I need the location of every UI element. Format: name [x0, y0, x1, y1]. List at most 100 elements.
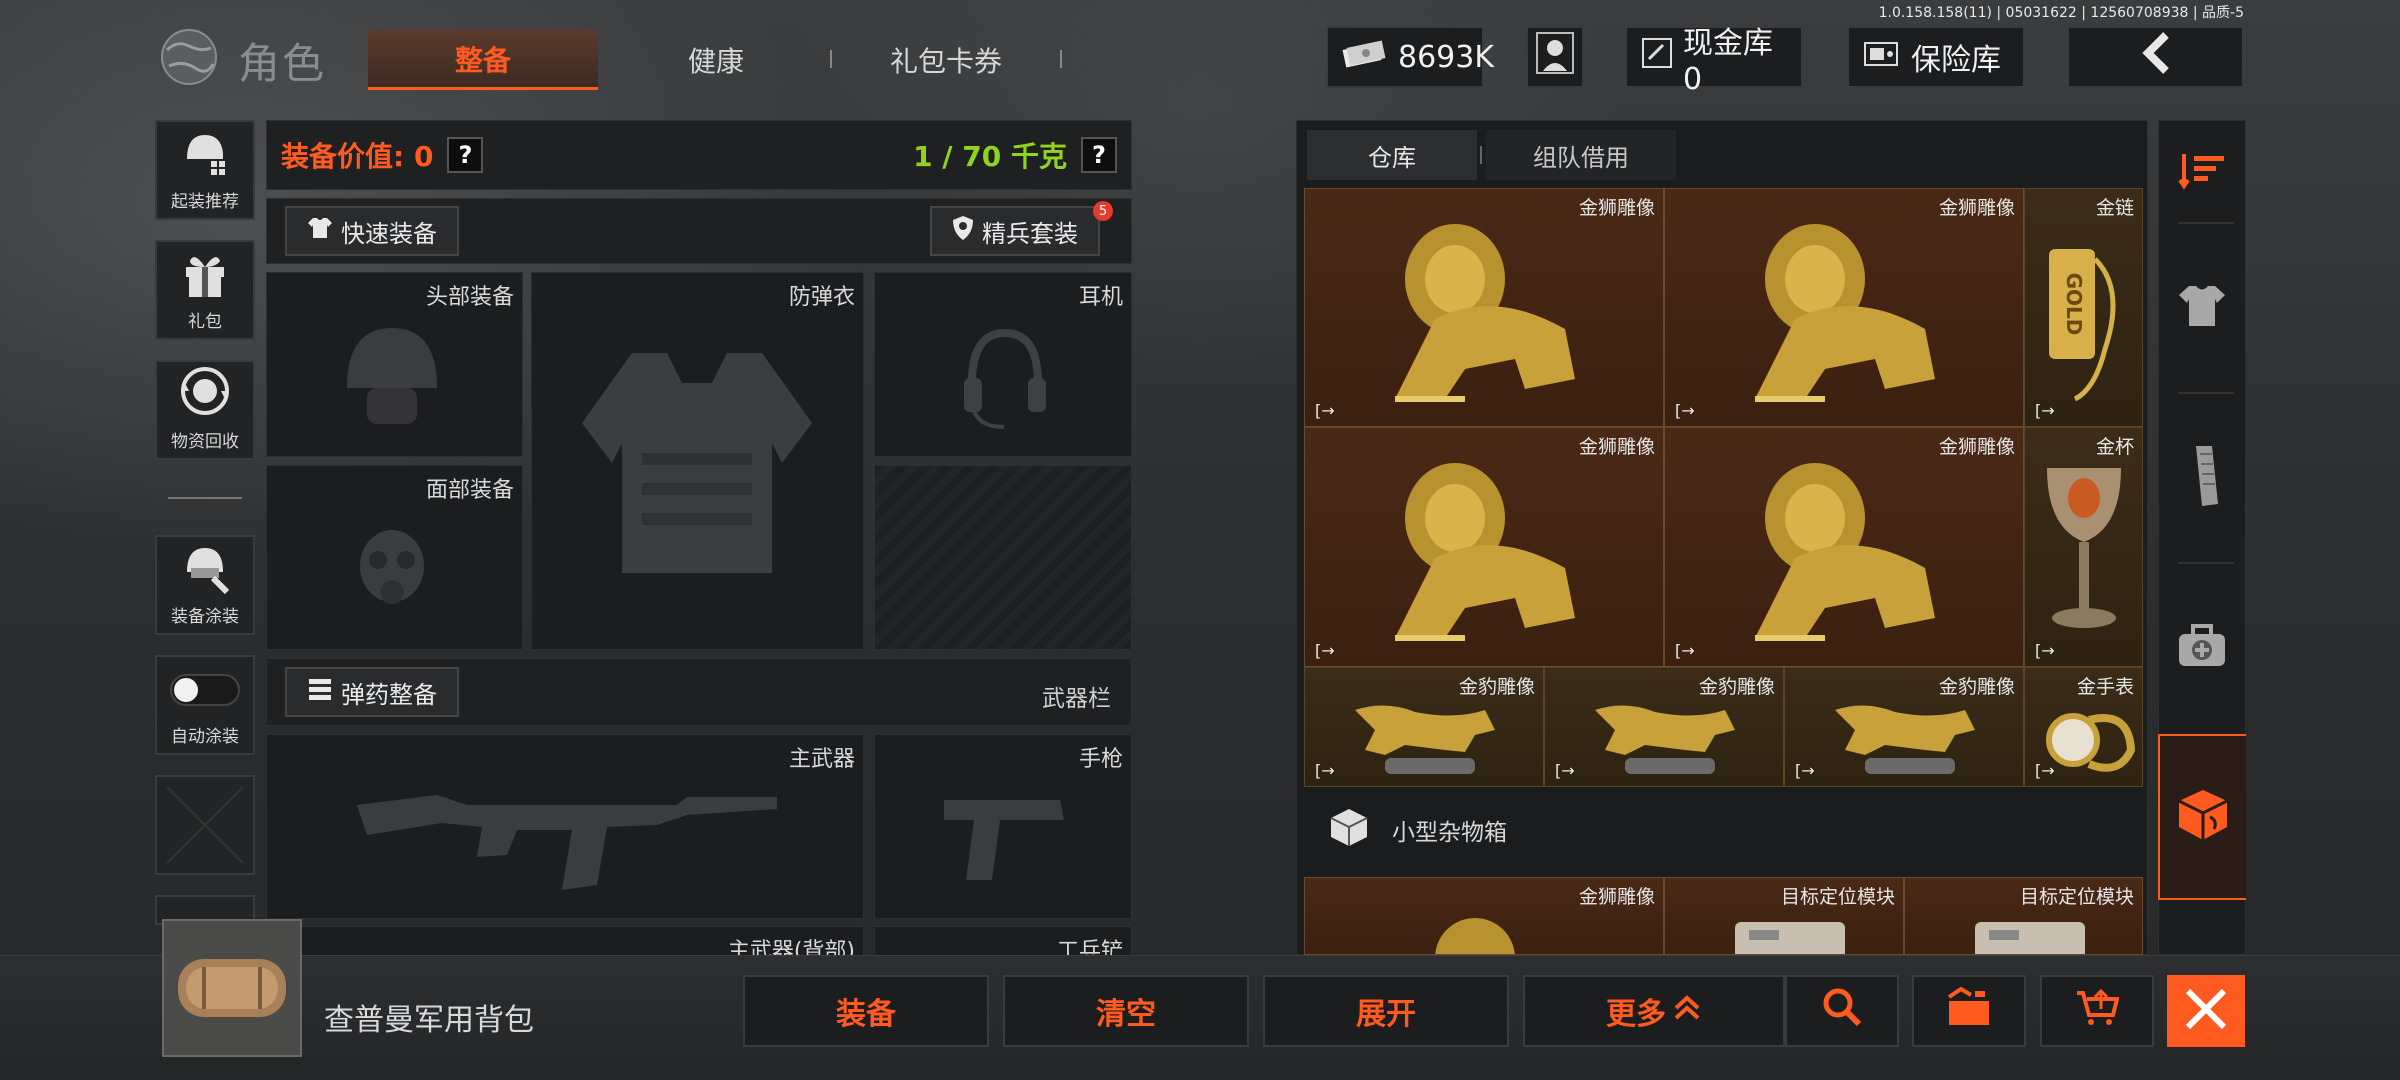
sidebar-item-label: 装备涂装: [171, 607, 239, 627]
slot-face[interactable]: 面部装备: [266, 465, 523, 650]
storage-item[interactable]: 金狮雕像 [→: [1304, 427, 1664, 667]
transfer-out-icon[interactable]: [→: [2035, 761, 2055, 780]
container-button[interactable]: [1912, 975, 2026, 1047]
tab-valuables[interactable]: [2158, 734, 2246, 900]
safe-icon: [1863, 40, 1899, 75]
slot-headset[interactable]: 耳机: [874, 272, 1132, 457]
transfer-out-icon[interactable]: [→: [1795, 761, 1815, 780]
search-button[interactable]: [1785, 975, 1899, 1047]
tab-medical[interactable]: [2158, 568, 2246, 728]
gold-leopard-icon: [1835, 705, 1975, 774]
slot-label: 面部装备: [425, 478, 514, 503]
tab-sort[interactable]: [2158, 122, 2246, 222]
sidebar-item-gift[interactable]: 礼包: [155, 240, 255, 340]
transfer-out-icon[interactable]: [→: [2035, 401, 2055, 420]
search-icon: [1822, 987, 1862, 1035]
help-button[interactable]: ?: [1081, 137, 1117, 173]
sidebar-item-recommend[interactable]: 起装推荐: [155, 120, 255, 220]
svg-text:GOLD: GOLD: [2062, 273, 2086, 336]
storage-item[interactable]: 金链 GOLD [→: [2024, 188, 2143, 427]
clear-button[interactable]: 清空: [1003, 975, 1249, 1047]
tab-health[interactable]: 健康: [688, 40, 744, 80]
globe-logo-icon: [155, 26, 227, 88]
cart-button[interactable]: [2040, 975, 2154, 1047]
storage-item[interactable]: 目标定位模块: [1664, 877, 1904, 955]
storage-item[interactable]: 金豹雕像 [→: [1304, 667, 1544, 787]
tab-magazine[interactable]: [2158, 398, 2246, 558]
transfer-out-icon[interactable]: [→: [1315, 401, 1335, 420]
helmet-recommend-icon: [177, 123, 233, 183]
money-display[interactable]: 8693K: [1326, 26, 1494, 88]
chevron-left-icon: [2136, 31, 2176, 83]
transfer-out-icon[interactable]: [→: [2035, 641, 2055, 660]
gold-lion-icon: [1395, 224, 1575, 402]
gold-lion-icon: [1755, 224, 1935, 402]
tab-clothing[interactable]: [2158, 228, 2246, 388]
toggle-icon[interactable]: [170, 674, 240, 710]
equipment-value-label: 装备价值: 0: [281, 140, 434, 173]
sidebar-item-paint[interactable]: 装备涂装: [155, 535, 255, 635]
agent-button[interactable]: [1526, 26, 1584, 88]
target-module-icon: [1975, 922, 2085, 954]
transfer-out-icon[interactable]: [→: [1675, 401, 1695, 420]
safe-box-button[interactable]: 保险库: [1847, 26, 2025, 88]
close-button[interactable]: [2167, 975, 2245, 1047]
slot-label: 工兵铲: [1056, 939, 1123, 956]
storage-item[interactable]: 金狮雕像 [→: [1664, 188, 2024, 427]
storage-item[interactable]: 金杯 [→: [2024, 427, 2143, 667]
slot-primary-back[interactable]: 主武器(背部): [266, 926, 864, 956]
storage-item[interactable]: 金狮雕像 [→: [1664, 427, 2024, 667]
slot-head[interactable]: 头部装备: [266, 272, 523, 457]
equip-button[interactable]: 装备: [743, 975, 989, 1047]
notification-badge: 5: [1093, 201, 1113, 221]
cash-vault-button[interactable]: 现金库 0: [1625, 26, 1803, 97]
storage-item[interactable]: 金手表 [→: [2024, 667, 2143, 787]
backpack-slot[interactable]: [162, 919, 302, 1057]
expand-button[interactable]: 展开: [1263, 975, 1509, 1047]
quick-equip-row: 快速装备 精兵套装 5: [266, 198, 1132, 264]
slot-label: 防弹衣: [788, 285, 855, 310]
more-label: 更多: [1606, 997, 1666, 1032]
transfer-out-icon[interactable]: [→: [1675, 641, 1695, 660]
storage-item[interactable]: 金豹雕像 [→: [1784, 667, 2024, 787]
more-button[interactable]: 更多: [1523, 975, 1785, 1047]
slot-shovel[interactable]: 工兵铲: [874, 926, 1132, 956]
container-header[interactable]: 小型杂物箱: [1308, 800, 2136, 860]
slot-label: 手枪: [1078, 747, 1123, 772]
back-button[interactable]: [2067, 26, 2244, 88]
cash-vault-label: 现金库 0: [1683, 25, 1773, 97]
tab-divider: [2178, 222, 2234, 224]
backpack-name: 查普曼军用背包: [324, 1003, 534, 1038]
ammo-prep-button[interactable]: 弹药整备: [285, 667, 459, 717]
tab-divider: [1480, 146, 1482, 164]
item-name: 金杯: [2095, 436, 2134, 458]
version-text: 1.0.158.158(11) | 05031622 | 12560708938…: [1878, 5, 2244, 21]
sidebar-item-label: 物资回收: [171, 432, 239, 452]
storage-item[interactable]: 金豹雕像 [→: [1544, 667, 1784, 787]
ammo-prep-label: 弹药整备: [341, 680, 437, 709]
slot-primary-weapon[interactable]: 主武器: [266, 734, 864, 919]
quick-equip-button[interactable]: 快速装备: [285, 206, 459, 256]
tab-maintenance[interactable]: 整备: [368, 30, 598, 90]
gold-lion-icon: [1755, 463, 1935, 641]
tab-warehouse[interactable]: 仓库: [1307, 130, 1477, 180]
transfer-out-icon[interactable]: [→: [1315, 641, 1335, 660]
transfer-out-icon[interactable]: [→: [1555, 761, 1575, 780]
sidebar-item-recycle[interactable]: 物资回收: [155, 360, 255, 460]
transfer-out-icon[interactable]: [→: [1315, 761, 1335, 780]
tab-divider: [2178, 562, 2234, 564]
sidebar-item-label: 礼包: [188, 312, 222, 332]
storage-item[interactable]: 金狮雕像: [1304, 877, 1664, 955]
help-button[interactable]: ?: [447, 137, 484, 173]
slot-pistol[interactable]: 手枪: [874, 734, 1132, 919]
tab-team-borrow[interactable]: 组队借用: [1486, 130, 1676, 180]
elite-set-button[interactable]: 精兵套装: [930, 206, 1100, 256]
headset-icon: [964, 328, 1046, 429]
tab-gift-coupons[interactable]: 礼包卡券: [890, 40, 1002, 80]
slot-armor[interactable]: 防弹衣: [531, 272, 864, 650]
sidebar-item-auto-paint[interactable]: 自动涂装: [155, 655, 255, 755]
storage-item[interactable]: 目标定位模块: [1904, 877, 2143, 955]
rifle-icon: [357, 795, 777, 890]
gold-cup-icon: [2047, 468, 2121, 628]
storage-item[interactable]: 金狮雕像 [→: [1304, 188, 1664, 427]
